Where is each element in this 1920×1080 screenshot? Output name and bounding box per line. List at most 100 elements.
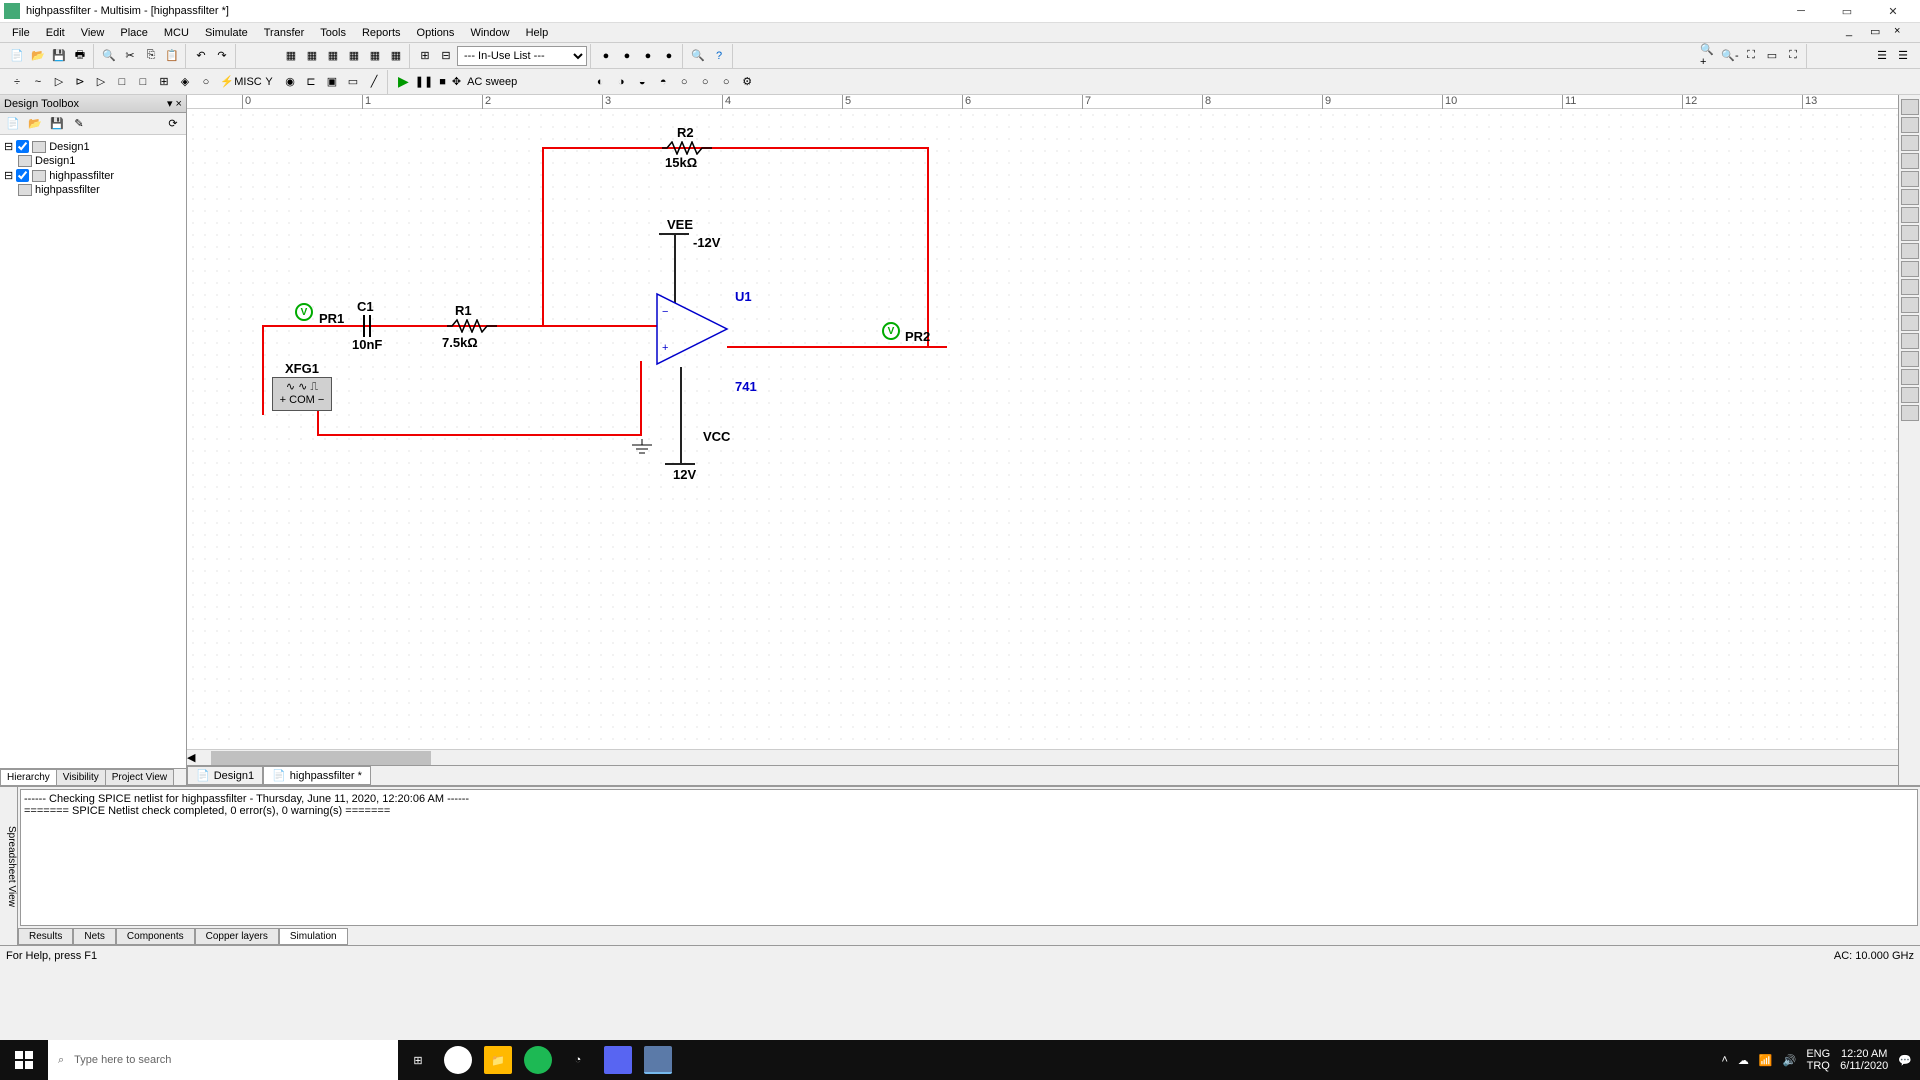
misc2-icon[interactable]: MISC bbox=[238, 72, 258, 92]
wire[interactable] bbox=[262, 325, 264, 415]
doctab-design1[interactable]: 📄Design1 bbox=[187, 766, 263, 785]
list2-icon[interactable]: ☰ bbox=[1893, 46, 1913, 66]
component-icon[interactable]: ⊞ bbox=[415, 46, 435, 66]
tray-lang1[interactable]: ENG bbox=[1806, 1048, 1830, 1060]
btab-simulation[interactable]: Simulation bbox=[279, 928, 348, 945]
save-icon[interactable]: 💾 bbox=[49, 46, 69, 66]
design-tree[interactable]: ⊟Design1 Design1 ⊟highpassfilter highpas… bbox=[0, 135, 186, 768]
menu-mcu[interactable]: MCU bbox=[156, 25, 197, 41]
output-log[interactable]: ------ Checking SPICE netlist for highpa… bbox=[20, 789, 1918, 926]
zoomin-icon[interactable]: 🔍+ bbox=[1699, 46, 1719, 66]
zoomout-icon[interactable]: 🔍- bbox=[1720, 46, 1740, 66]
instr-lc-icon[interactable] bbox=[1901, 261, 1919, 277]
probe-pr2-icon[interactable]: V bbox=[882, 322, 900, 340]
tray-cloud-icon[interactable]: ☁ bbox=[1738, 1054, 1749, 1067]
wire[interactable] bbox=[317, 434, 642, 436]
basic-icon[interactable]: ~ bbox=[28, 72, 48, 92]
explorer-icon[interactable]: 📁 bbox=[484, 1046, 512, 1074]
analysis6-icon[interactable]: ○ bbox=[695, 72, 715, 92]
mixed-icon[interactable]: ◈ bbox=[175, 72, 195, 92]
tree-check-1[interactable] bbox=[16, 140, 29, 153]
analysis2-icon[interactable]: ◑ bbox=[611, 72, 631, 92]
analysis7-icon[interactable]: ○ bbox=[716, 72, 736, 92]
instr-fg-icon[interactable] bbox=[1901, 117, 1919, 133]
fullscreen-icon[interactable]: ⛶ bbox=[1783, 46, 1803, 66]
tray-notification-icon[interactable]: 💬 bbox=[1898, 1054, 1912, 1067]
schematic-canvas[interactable]: R2 15kΩ VEE -12V V PR1 C1 10nF R1 7.5kΩ … bbox=[187, 109, 1898, 749]
multisim-taskbar-icon[interactable] bbox=[644, 1046, 672, 1074]
zoomfit-icon[interactable]: ⛶ bbox=[1741, 46, 1761, 66]
instr-dist-icon[interactable] bbox=[1901, 297, 1919, 313]
grid5-icon[interactable]: ▦ bbox=[365, 46, 385, 66]
pause-button[interactable]: ❚❚ bbox=[415, 75, 433, 88]
instr-word-icon[interactable] bbox=[1901, 225, 1919, 241]
spotify-icon[interactable] bbox=[524, 1046, 552, 1074]
component2-icon[interactable]: ⊟ bbox=[436, 46, 456, 66]
instrument-xfg1[interactable]: ∿ ∿ ⎍ + COM − bbox=[272, 377, 332, 411]
open-icon[interactable]: 📂 bbox=[28, 46, 48, 66]
taskbar-search[interactable]: ⌕ Type here to search bbox=[48, 1040, 398, 1080]
run-button[interactable]: ▶ bbox=[398, 73, 409, 90]
grid6-icon[interactable]: ▦ bbox=[386, 46, 406, 66]
instr-wm-icon[interactable] bbox=[1901, 135, 1919, 151]
hier-icon[interactable]: ▭ bbox=[343, 72, 363, 92]
zoom-icon[interactable]: 🔍 bbox=[688, 46, 708, 66]
probe3-icon[interactable]: ● bbox=[638, 46, 658, 66]
mdi-restore[interactable]: ▭ bbox=[1870, 25, 1892, 41]
grid4-icon[interactable]: ▦ bbox=[344, 46, 364, 66]
menu-file[interactable]: File bbox=[4, 25, 38, 41]
taskview-icon[interactable]: ⊞ bbox=[404, 1046, 432, 1074]
src-icon[interactable]: ÷ bbox=[7, 72, 27, 92]
mcu-icon[interactable]: ▣ bbox=[322, 72, 342, 92]
cut-icon[interactable]: ✂ bbox=[120, 46, 140, 66]
btab-nets[interactable]: Nets bbox=[73, 928, 116, 945]
btab-components[interactable]: Components bbox=[116, 928, 195, 945]
chrome-icon[interactable]: ◉ bbox=[444, 1046, 472, 1074]
sb-rename-icon[interactable]: ✎ bbox=[69, 114, 89, 134]
menu-edit[interactable]: Edit bbox=[38, 25, 73, 41]
tab-hierarchy[interactable]: Hierarchy bbox=[0, 769, 57, 785]
probe-pr1-icon[interactable]: V bbox=[295, 303, 313, 321]
wire[interactable] bbox=[927, 147, 929, 347]
instr-mm-icon[interactable] bbox=[1901, 99, 1919, 115]
copy-icon[interactable]: ⎘ bbox=[141, 46, 161, 66]
start-button[interactable] bbox=[0, 1040, 48, 1080]
wire[interactable] bbox=[680, 367, 682, 463]
instr-la-icon[interactable] bbox=[1901, 243, 1919, 259]
list1-icon[interactable]: ☰ bbox=[1872, 46, 1892, 66]
analysis4-icon[interactable]: ◓ bbox=[653, 72, 673, 92]
ground-icon[interactable] bbox=[630, 439, 654, 457]
tray-chevron-icon[interactable]: ˄ bbox=[1721, 1054, 1727, 1066]
em-icon[interactable]: ◉ bbox=[280, 72, 300, 92]
inuse-combo[interactable]: --- In-Use List --- bbox=[457, 46, 587, 66]
doctab-highpass[interactable]: 📄highpassfilter * bbox=[263, 766, 371, 785]
discord-icon[interactable] bbox=[604, 1046, 632, 1074]
wire[interactable] bbox=[542, 147, 927, 149]
menu-help[interactable]: Help bbox=[518, 25, 557, 41]
capacitor-c1[interactable] bbox=[355, 315, 379, 337]
resistor-r2[interactable] bbox=[662, 141, 712, 155]
sb-new-icon[interactable]: 📄 bbox=[3, 114, 23, 134]
tree-check-2[interactable] bbox=[16, 169, 29, 182]
instr-freq-icon[interactable] bbox=[1901, 207, 1919, 223]
instr-net-icon[interactable] bbox=[1901, 333, 1919, 349]
close-button[interactable]: ✕ bbox=[1870, 0, 1916, 22]
undo-icon[interactable]: ↶ bbox=[191, 46, 211, 66]
sb-save-icon[interactable]: 💾 bbox=[47, 114, 67, 134]
tab-projectview[interactable]: Project View bbox=[105, 769, 174, 785]
btab-results[interactable]: Results bbox=[18, 928, 73, 945]
analysis5-icon[interactable]: ○ bbox=[674, 72, 694, 92]
probe2-icon[interactable]: ● bbox=[617, 46, 637, 66]
instr-osc-icon[interactable] bbox=[1901, 153, 1919, 169]
system-tray[interactable]: ˄ ☁ 📶 🔊 ENG TRQ 12:20 AM 6/11/2020 💬 bbox=[1713, 1048, 1920, 1072]
tree-highpass-child[interactable]: highpassfilter bbox=[35, 184, 100, 196]
sb-open-icon[interactable]: 📂 bbox=[25, 114, 45, 134]
menu-simulate[interactable]: Simulate bbox=[197, 25, 256, 41]
analog-icon[interactable]: ▷ bbox=[91, 72, 111, 92]
minimize-button[interactable]: ─ bbox=[1778, 0, 1824, 22]
grid2-icon[interactable]: ▦ bbox=[302, 46, 322, 66]
sb-refresh-icon[interactable]: ⟳ bbox=[163, 114, 183, 134]
paste-icon[interactable]: 📋 bbox=[162, 46, 182, 66]
analysis3-icon[interactable]: ◒ bbox=[632, 72, 652, 92]
h-scrollbar[interactable]: ◀ bbox=[187, 749, 1898, 765]
